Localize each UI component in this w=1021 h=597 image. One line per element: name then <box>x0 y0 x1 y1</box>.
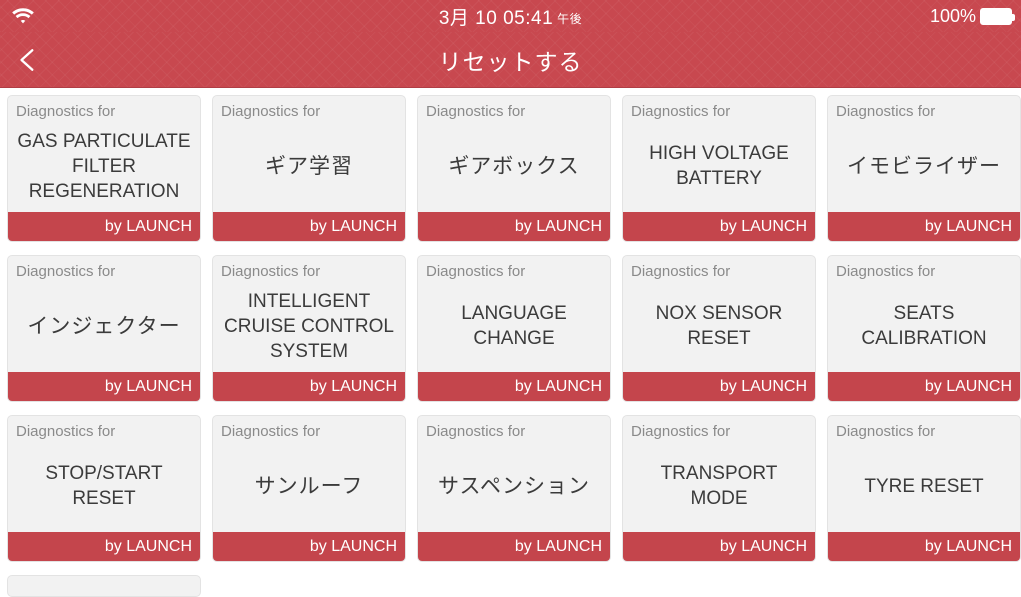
card-body: Diagnostics for SEATS CALIBRATION <box>828 256 1020 372</box>
card-vendor-footer: by LAUNCH <box>828 212 1020 241</box>
diagnostic-card[interactable]: Diagnostics for SEATS CALIBRATION by LAUNC… <box>827 255 1021 402</box>
card-vendor-footer: by LAUNCH <box>623 372 815 401</box>
diagnostic-card[interactable] <box>7 575 201 597</box>
status-datetime-text: 3月 10 05:41 <box>438 7 554 29</box>
battery-full-icon <box>980 7 1015 25</box>
status-bar: 3月 10 05:41 午後 100% <box>0 0 1021 32</box>
card-grid: Diagnostics for GAS PARTICULATE FILTER RE… <box>0 88 1021 597</box>
card-vendor-footer: by LAUNCH <box>418 212 610 241</box>
diagnostic-card[interactable]: Diagnostics for TYRE RESET by LAUNCH <box>827 415 1021 562</box>
card-body: Diagnostics for インジェクター <box>8 256 200 372</box>
card-subtitle: Diagnostics for <box>16 423 116 440</box>
card-title <box>16 580 192 596</box>
card-title: サンルーフ <box>254 474 364 498</box>
card-subtitle: Diagnostics for <box>426 103 526 120</box>
card-vendor-footer: by LAUNCH <box>8 212 200 241</box>
card-title: ギアボックス <box>448 154 580 178</box>
card-body: Diagnostics for HIGH VOLTAGE BATTERY <box>623 96 815 212</box>
card-vendor-footer: by LAUNCH <box>213 532 405 561</box>
diagnostic-card[interactable]: Diagnostics for NOX SENSOR RESET by LAUNCH <box>622 255 816 402</box>
diagnostic-card[interactable]: Diagnostics for イモビライザー by LAUNCH <box>827 95 1021 242</box>
card-vendor-footer: by LAUNCH <box>828 532 1020 561</box>
card-vendor-footer: by LAUNCH <box>623 212 815 241</box>
card-vendor-footer: by LAUNCH <box>418 372 610 401</box>
diagnostic-card[interactable]: Diagnostics for INTELLIGENT CRUISE CONTRO… <box>212 255 406 402</box>
card-title: GAS PARTICULATE FILTER REGENERATION <box>17 130 191 202</box>
card-title: インジェクター <box>27 314 181 338</box>
card-body: Diagnostics for TYRE RESET <box>828 416 1020 532</box>
card-row: Diagnostics for GAS PARTICULATE FILTER RE… <box>7 95 1021 242</box>
card-subtitle: Diagnostics for <box>631 423 731 440</box>
card-vendor-footer: by LAUNCH <box>213 212 405 241</box>
card-body: Diagnostics for INTELLIGENT CRUISE CONTRO… <box>213 256 405 372</box>
card-title: NOX SENSOR RESET <box>655 303 783 349</box>
card-subtitle: Diagnostics for <box>221 263 321 280</box>
card-body: Diagnostics for ギアボックス <box>418 96 610 212</box>
card-row-partial <box>7 575 1021 597</box>
diagnostic-card[interactable]: Diagnostics for ギア学習 by LAUNCH <box>212 95 406 242</box>
card-subtitle: Diagnostics for <box>426 423 526 440</box>
card-body: Diagnostics for STOP/START RESET <box>8 416 200 532</box>
card-subtitle: Diagnostics for <box>836 423 936 440</box>
card-subtitle: Diagnostics for <box>836 103 936 120</box>
card-body <box>8 576 200 596</box>
card-title: TYRE RESET <box>864 475 984 497</box>
card-title: INTELLIGENT CRUISE CONTROL SYSTEM <box>224 290 394 362</box>
card-vendor-footer: by LAUNCH <box>418 532 610 561</box>
card-title: SEATS CALIBRATION <box>861 303 987 349</box>
card-body: Diagnostics for NOX SENSOR RESET <box>623 256 815 372</box>
diagnostic-card[interactable]: Diagnostics for ギアボックス by LAUNCH <box>417 95 611 242</box>
diagnostic-card[interactable]: Diagnostics for GAS PARTICULATE FILTER RE… <box>7 95 201 242</box>
card-row: Diagnostics for STOP/START RESET by LAUNCH… <box>7 415 1021 562</box>
back-button[interactable] <box>8 40 48 80</box>
battery-percent-label: 100% <box>929 5 976 26</box>
diagnostic-card[interactable]: Diagnostics for TRANSPORT MODE by LAUNCH <box>622 415 816 562</box>
diagnostic-card[interactable]: Diagnostics for HIGH VOLTAGE BATTERY by LA… <box>622 95 816 242</box>
status-battery: 100% <box>929 0 1015 32</box>
card-vendor-footer: by LAUNCH <box>623 532 815 561</box>
card-body: Diagnostics for TRANSPORT MODE <box>623 416 815 532</box>
card-body: Diagnostics for ギア学習 <box>213 96 405 212</box>
card-row: Diagnostics for インジェクター by LAUNCH Diagnosti… <box>7 255 1021 402</box>
diagnostic-card[interactable]: Diagnostics for STOP/START RESET by LAUNCH <box>7 415 201 562</box>
card-title: STOP/START RESET <box>45 463 163 509</box>
card-subtitle: Diagnostics for <box>16 263 116 280</box>
card-body: Diagnostics for サンルーフ <box>213 416 405 532</box>
card-body: Diagnostics for GAS PARTICULATE FILTER RE… <box>8 96 200 212</box>
diagnostic-card[interactable]: Diagnostics for サスペンション by LAUNCH <box>417 415 611 562</box>
diagnostic-card[interactable]: Diagnostics for LANGUAGE CHANGE by LAUNCH <box>417 255 611 402</box>
chevron-left-icon <box>20 49 34 71</box>
card-subtitle: Diagnostics for <box>16 103 116 120</box>
card-subtitle: Diagnostics for <box>836 263 936 280</box>
diagnostic-card[interactable]: Diagnostics for インジェクター by LAUNCH <box>7 255 201 402</box>
card-body: Diagnostics for サスペンション <box>418 416 610 532</box>
card-body: Diagnostics for イモビライザー <box>828 96 1020 212</box>
diagnostic-card[interactable]: Diagnostics for サンルーフ by LAUNCH <box>212 415 406 562</box>
card-title: HIGH VOLTAGE BATTERY <box>649 143 789 189</box>
card-title: LANGUAGE CHANGE <box>461 303 567 349</box>
card-vendor-footer: by LAUNCH <box>8 532 200 561</box>
card-title: サスペンション <box>437 474 591 498</box>
card-subtitle: Diagnostics for <box>631 263 731 280</box>
page-title: リセットする <box>438 48 583 75</box>
card-vendor-footer: by LAUNCH <box>828 372 1020 401</box>
card-body: Diagnostics for LANGUAGE CHANGE <box>418 256 610 372</box>
status-datetime: 3月 10 05:41 午後 <box>0 3 1021 30</box>
card-title: イモビライザー <box>847 154 1001 178</box>
card-title: ギア学習 <box>265 154 353 178</box>
status-ampm: 午後 <box>557 11 583 26</box>
card-subtitle: Diagnostics for <box>221 103 321 120</box>
card-vendor-footer: by LAUNCH <box>213 372 405 401</box>
card-title: TRANSPORT MODE <box>660 463 778 509</box>
card-subtitle: Diagnostics for <box>631 103 731 120</box>
card-vendor-footer: by LAUNCH <box>8 372 200 401</box>
card-subtitle: Diagnostics for <box>426 263 526 280</box>
title-bar: リセットする <box>0 32 1021 88</box>
card-subtitle: Diagnostics for <box>221 423 321 440</box>
